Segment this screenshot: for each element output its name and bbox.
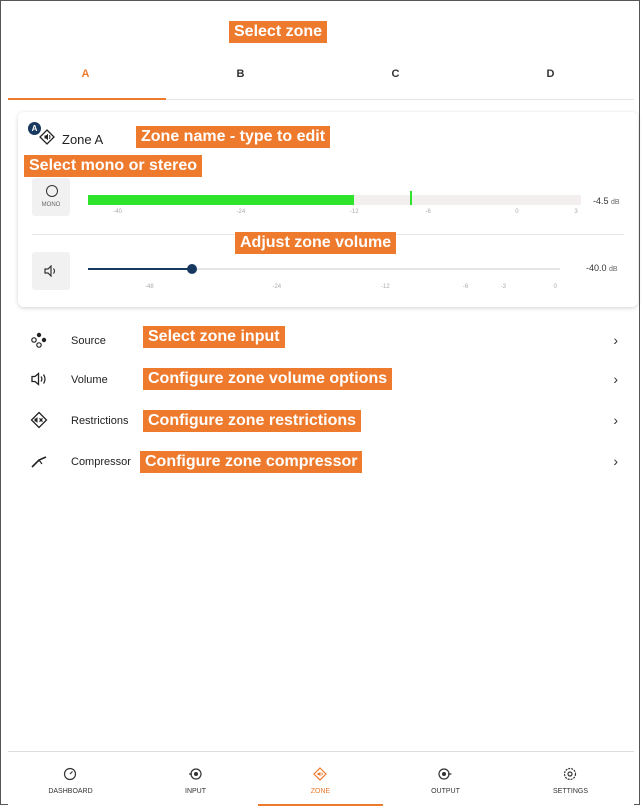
callout-adjust-volume: Adjust zone volume <box>235 232 397 254</box>
volume-tick-label: 0 <box>553 284 557 290</box>
menu-label-restrictions: Restrictions <box>71 415 129 427</box>
callout-mono-stereo: Select mono or stereo <box>24 155 203 177</box>
nav-label-output: OUTPUT <box>431 788 460 795</box>
menu-label-volume: Volume <box>71 374 108 386</box>
volume-readout-unit: dB <box>609 266 618 273</box>
mono-label: MONO <box>41 202 61 208</box>
level-meter <box>88 191 581 205</box>
input-icon <box>189 768 202 780</box>
volume-tick-label: -12 <box>381 284 390 290</box>
callout-zone-name: Zone name - type to edit <box>136 126 331 148</box>
meter-readout-unit: dB <box>611 199 620 206</box>
mono-icon <box>46 185 58 197</box>
nav-label-input: INPUT <box>185 788 206 795</box>
restrictions-icon <box>30 411 48 429</box>
menu-label-compressor: Compressor <box>71 456 131 468</box>
compressor-icon <box>31 456 47 468</box>
output-icon <box>438 768 452 780</box>
meter-tick-label: 0 <box>515 209 519 215</box>
volume-mute-button[interactable] <box>32 252 70 290</box>
tab-c[interactable]: C <box>318 52 473 99</box>
volume-readout-value: -40.0 <box>586 263 607 273</box>
callout-volume-options: Configure zone volume options <box>143 368 393 390</box>
level-meter-fill <box>88 195 355 205</box>
mono-stereo-button[interactable]: MONO <box>32 178 70 216</box>
volume-slider[interactable] <box>88 264 560 274</box>
menu-label-source: Source <box>71 335 106 347</box>
volume-slider-thumb[interactable] <box>186 264 197 274</box>
callout-compressor: Configure zone compressor <box>140 451 363 473</box>
tab-a[interactable]: A <box>8 52 163 99</box>
meter-scale: -40 -24 -12 -6 0 3 <box>88 209 581 219</box>
nav-label-zone: ZONE <box>310 788 331 795</box>
volume-tick-label: -3 <box>500 284 507 290</box>
zone-icon <box>313 767 327 781</box>
zone-name-field[interactable]: Zone A <box>62 132 103 147</box>
meter-tick-label: -24 <box>236 209 246 215</box>
volume-readout: -40.0 dB <box>586 263 618 273</box>
speaker-icon <box>44 265 56 277</box>
tab-active-indicator <box>8 98 166 100</box>
nav-settings[interactable]: SETTINGS <box>508 752 633 806</box>
meter-tick-label: -6 <box>425 209 431 215</box>
nav-label-settings: SETTINGS <box>552 788 588 795</box>
volume-icon <box>31 372 46 386</box>
zone-tabs: A B C D <box>8 52 634 100</box>
nav-zone[interactable]: ZONE <box>258 752 383 806</box>
chevron-right-icon: › <box>613 412 618 428</box>
menu-item-source[interactable]: Source › <box>20 326 632 356</box>
tab-b[interactable]: B <box>163 52 318 99</box>
chevron-right-icon: › <box>613 371 618 387</box>
meter-tick-label: 3 <box>574 209 578 215</box>
nav-active-indicator <box>258 804 383 806</box>
nav-output[interactable]: OUTPUT <box>383 752 508 806</box>
volume-tick-label: -24 <box>272 284 282 290</box>
volume-slider-fill <box>88 268 192 270</box>
level-meter-peak <box>409 191 412 205</box>
bottom-navigation: DASHBOARD INPUT ZONE OUTPUT SETTINGS <box>8 751 634 806</box>
volume-tick-label: -48 <box>145 284 154 290</box>
source-icon <box>31 332 47 348</box>
nav-label-dashboard: DASHBOARD <box>48 788 93 795</box>
callout-restrictions: Configure zone restrictions <box>143 410 362 432</box>
meter-tick-label: -12 <box>349 209 359 215</box>
volume-tick-label: -6 <box>462 284 469 290</box>
settings-icon <box>563 767 577 781</box>
zone-speaker-icon <box>39 129 55 145</box>
chevron-right-icon: › <box>613 332 618 348</box>
chevron-right-icon: › <box>613 453 618 469</box>
tab-d[interactable]: D <box>473 52 628 99</box>
nav-dashboard[interactable]: DASHBOARD <box>8 752 133 806</box>
meter-readout-value: -4.5 <box>593 196 609 206</box>
dashboard-icon <box>63 767 77 781</box>
callout-select-zone: Select zone <box>229 21 328 43</box>
callout-zone-input: Select zone input <box>143 326 285 348</box>
meter-tick-label: -40 <box>113 209 122 215</box>
meter-readout: -4.5 dB <box>593 196 620 206</box>
volume-scale: -48 -24 -12 -6 -3 0 <box>88 284 560 294</box>
nav-input[interactable]: INPUT <box>133 752 258 806</box>
